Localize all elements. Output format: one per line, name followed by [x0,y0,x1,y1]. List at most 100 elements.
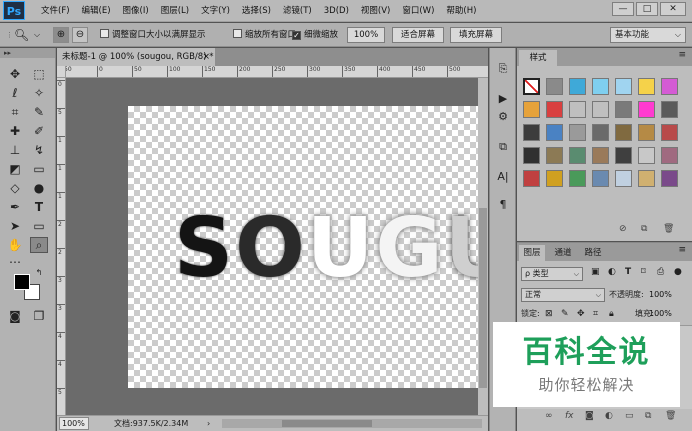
style-swatch[interactable] [615,78,632,95]
new-group-icon[interactable]: ▭ [625,411,634,421]
style-swatch[interactable] [546,78,563,95]
zoom-all-windows-checkbox[interactable] [233,29,242,38]
history-brush-tool-icon[interactable]: ↯ [30,142,48,158]
healing-brush-tool-icon[interactable]: ✚ [6,123,24,139]
layer-kind-filter[interactable]: ρ 类型 ⌵ [521,267,583,281]
link-layers-icon[interactable]: ∞ [545,411,553,421]
menu-item-5[interactable]: 选择(S) [236,0,277,22]
panel-menu-icon[interactable]: ≡ [678,245,686,255]
menu-item-8[interactable]: 视图(V) [355,0,396,22]
eraser-tool-icon[interactable]: ◩ [6,161,24,177]
adjustment-filter-icon[interactable]: ◐ [608,267,616,277]
type-tool-icon[interactable]: T [30,199,48,215]
menu-item-3[interactable]: 图层(L) [155,0,195,22]
lasso-tool-icon[interactable]: ℓ [6,85,24,101]
panel-menu-icon[interactable]: ≡ [678,50,686,60]
new-layer-icon[interactable]: ⧉ [645,411,651,421]
swap-colors-icon[interactable]: ↰ [34,268,44,278]
style-swatch[interactable] [661,147,678,164]
type-filter-icon[interactable]: T [625,267,631,277]
eyedropper-tool-icon[interactable]: ✎ [30,104,48,120]
style-swatch[interactable] [546,101,563,118]
brush-tool-icon[interactable]: ✐ [30,123,48,139]
style-swatch[interactable] [523,78,540,95]
style-swatch[interactable] [661,124,678,141]
actions-panel-icon[interactable]: ▶ [494,90,512,108]
style-swatch[interactable] [523,170,540,187]
crop-tool-icon[interactable]: ⌗ [6,104,24,120]
adjustment-layer-icon[interactable]: ◐ [605,411,613,421]
tab-styles[interactable]: 样式 [519,50,557,66]
lock-image-icon[interactable]: ✎ [561,307,569,321]
gradient-tool-icon[interactable]: ▭ [30,161,48,177]
style-swatch[interactable] [569,101,586,118]
ruler-origin[interactable] [57,66,66,78]
style-swatch[interactable] [615,147,632,164]
fill-field[interactable]: 100% [649,307,672,321]
screen-mode-icon[interactable]: ❐ [30,308,48,324]
quick-mask-icon[interactable]: ◙ [6,308,24,324]
blur-tool-icon[interactable]: ◇ [6,180,24,196]
style-swatch[interactable] [546,124,563,141]
menu-item-1[interactable]: 编辑(E) [76,0,117,22]
layer-style-icon[interactable]: fx [565,411,574,421]
rectangle-tool-icon[interactable]: ▭ [30,218,48,234]
resize-windows-option[interactable]: 调整窗口大小以满屏显示 [100,27,206,43]
fit-screen-button[interactable]: 适合屏幕 [392,27,444,43]
filter-toggle-icon[interactable]: ● [674,267,682,277]
style-swatch[interactable] [592,124,609,141]
zoom-in-icon[interactable]: ⊕ [53,27,69,43]
style-swatch[interactable] [569,124,586,141]
style-swatch[interactable] [638,101,655,118]
menu-item-2[interactable]: 图像(I) [117,0,155,22]
move-tool-icon[interactable]: ✥ [6,66,24,82]
vertical-scrollbar-thumb[interactable] [479,208,487,388]
new-style-icon[interactable]: ⧉ [641,224,647,234]
style-swatch[interactable] [546,147,563,164]
pasteboard[interactable]: SOUGU [66,78,478,415]
style-swatch[interactable] [661,101,678,118]
zoom-tool-icon[interactable]: ⌕ [30,237,48,253]
style-swatch[interactable] [569,147,586,164]
scrubby-zoom-checkbox[interactable]: ✓ [292,31,301,40]
menu-item-6[interactable]: 滤镜(T) [277,0,318,22]
resize-windows-checkbox[interactable] [100,29,109,38]
zoom-all-windows-option[interactable]: 缩放所有窗口 [233,27,296,43]
clear-style-icon[interactable]: ⊘ [619,224,627,234]
maximize-button[interactable]: □ [636,2,658,16]
close-icon[interactable]: × [202,48,210,66]
menu-item-0[interactable]: 文件(F) [35,0,76,22]
style-swatch[interactable] [592,101,609,118]
style-swatch[interactable] [638,170,655,187]
lock-transparent-icon[interactable]: ⊠ [545,307,553,321]
properties-panel-icon[interactable]: ⚙ [494,108,512,126]
zoom-tool-icon[interactable]: 🔍︎ [14,27,29,43]
character-panel-icon[interactable]: A| [494,168,512,186]
dodge-tool-icon[interactable]: ● [30,180,48,196]
menu-item-10[interactable]: 帮助(H) [440,0,482,22]
lock-artboard-icon[interactable]: ⌗ [593,307,598,321]
style-swatch[interactable] [592,170,609,187]
style-swatch[interactable] [523,124,540,141]
clone-source-panel-icon[interactable]: ⧉ [494,138,512,156]
lock-all-icon[interactable]: 🔒︎ [609,307,614,321]
workspace-select[interactable]: 基本功能 ⌵ [610,27,686,43]
zoom-out-icon[interactable]: ⊖ [72,27,88,43]
magic-wand-tool-icon[interactable]: ✧ [30,85,48,101]
smart-object-filter-icon[interactable]: ⎙ [657,267,664,277]
style-swatch[interactable] [592,147,609,164]
status-arrow-icon[interactable]: › [207,416,210,431]
tool-preset-chevron-icon[interactable]: ⌵ [34,27,40,43]
style-swatch[interactable] [523,147,540,164]
style-swatch[interactable] [546,170,563,187]
document-tab[interactable]: 未标题-1 @ 100% (sougou, RGB/8) * × [57,48,215,66]
tab-channels[interactable]: 通道 [549,245,577,261]
minimize-button[interactable]: — [612,2,634,16]
style-swatch[interactable] [661,78,678,95]
hand-tool-icon[interactable]: ✋ [6,237,24,253]
horizontal-scrollbar-thumb[interactable] [282,420,372,427]
style-swatch[interactable] [638,147,655,164]
style-swatch[interactable] [638,124,655,141]
style-swatch[interactable] [615,170,632,187]
style-swatch[interactable] [638,78,655,95]
